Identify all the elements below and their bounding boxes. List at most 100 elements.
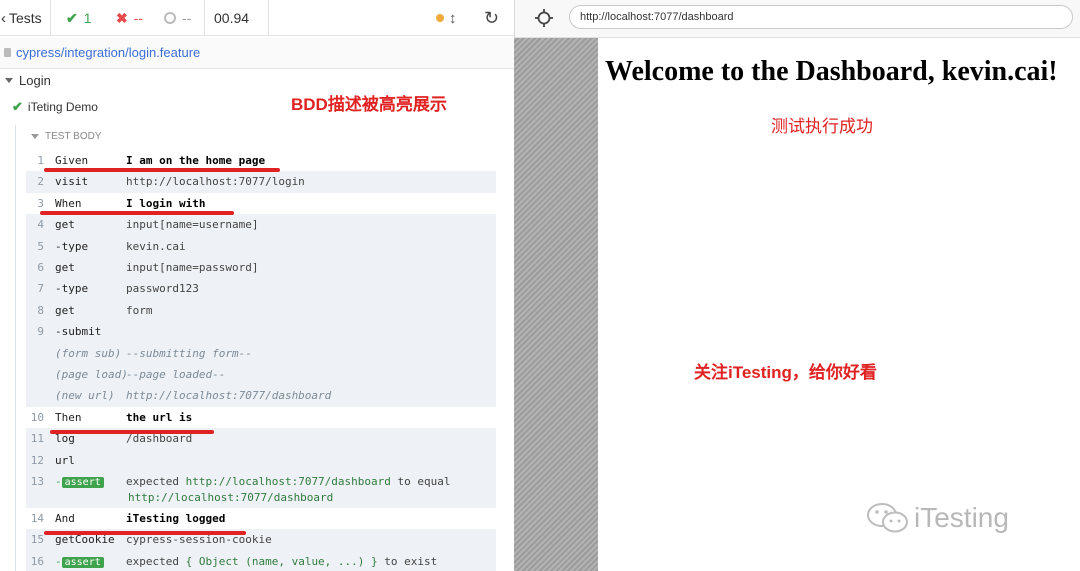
command-name: Given bbox=[55, 154, 89, 167]
command-name: -type bbox=[55, 282, 89, 296]
command-message: --page loaded-- bbox=[126, 368, 226, 381]
command-row[interactable]: 7 -type password123 bbox=[26, 278, 496, 299]
assert-badge: assert bbox=[61, 477, 104, 488]
assert-value-2: http://localhost:7077/dashboard bbox=[128, 491, 334, 504]
command-message: input[name=password] bbox=[126, 261, 259, 274]
duration: 00.94 bbox=[214, 10, 250, 26]
command-number: 12 bbox=[30, 453, 44, 467]
assert-message: expected { Object (name, value, ...) } t… bbox=[126, 555, 437, 568]
file-icon bbox=[4, 48, 11, 57]
command-number: 8 bbox=[37, 303, 44, 317]
event-row[interactable]: (form sub) --submitting form-- bbox=[26, 343, 496, 364]
command-message: I login with bbox=[126, 196, 206, 210]
assert-badge: assert bbox=[61, 556, 104, 568]
command-number: 2 bbox=[37, 175, 44, 189]
event-row[interactable]: (new url) http://localhost:7077/dashboard bbox=[26, 385, 496, 406]
command-row[interactable]: 4 get input[name=username] bbox=[26, 214, 496, 235]
event-row[interactable]: (page load) --page loaded-- bbox=[26, 364, 496, 385]
test-body-header[interactable]: TEST BODY bbox=[31, 131, 102, 142]
bdd-step-row[interactable]: 10 Then the url is bbox=[26, 406, 496, 428]
command-message: --submitting form-- bbox=[126, 346, 252, 360]
command-row[interactable]: 8 get form bbox=[26, 300, 496, 321]
page-title: Welcome to the Dashboard, kevin.cai! bbox=[605, 56, 1058, 87]
command-row[interactable]: 9 -submit bbox=[26, 321, 496, 342]
assert-row[interactable]: 16 - assert expected { Object (name, value… bbox=[26, 551, 496, 571]
assert-value: http://localhost:7077/dashboard bbox=[185, 475, 391, 488]
viewport-margin bbox=[514, 38, 598, 571]
annotation-underline bbox=[40, 211, 234, 215]
back-label: Tests bbox=[9, 10, 42, 26]
status-dot-icon bbox=[436, 14, 444, 22]
assert-pre: expected bbox=[126, 475, 186, 488]
command-name: log bbox=[55, 432, 75, 446]
command-number: 1 bbox=[37, 154, 44, 167]
command-message: http://localhost:7077/dashboard bbox=[126, 389, 332, 403]
command-name: -type bbox=[55, 239, 89, 253]
command-number: 10 bbox=[30, 410, 44, 424]
passed-count: ✔ 1 bbox=[66, 9, 92, 27]
bdd-step-row[interactable]: 14 And iTesting logged bbox=[26, 508, 496, 529]
selector-playground-button[interactable] bbox=[534, 8, 554, 28]
rerun-button[interactable]: ↻ bbox=[484, 0, 499, 36]
browser-toolbar: http://localhost:7077/dashboard bbox=[514, 0, 1080, 38]
assert-row[interactable]: 13 - assert expected http://localhost:7077… bbox=[26, 471, 496, 507]
refresh-icon: ↻ bbox=[484, 7, 500, 28]
command-message: http://localhost:7077/login bbox=[126, 175, 305, 189]
wechat-icon bbox=[867, 503, 908, 533]
command-number: 6 bbox=[37, 261, 44, 274]
command-number: 13 bbox=[30, 475, 44, 488]
command-name: - assert bbox=[55, 555, 104, 568]
annotation-underline bbox=[50, 430, 214, 434]
test-row[interactable]: ✔ iTeting Demo bbox=[12, 99, 98, 115]
reporter-panel: ‹ Tests ✔ 1 ✖ -- -- 00.94 ↕ ↻ cypress/in… bbox=[0, 0, 514, 571]
command-message: the url is bbox=[126, 410, 193, 424]
check-icon: ✔ bbox=[66, 9, 78, 26]
assert-value: { Object (name, value, ...) } bbox=[185, 554, 378, 568]
pending-count: -- bbox=[164, 0, 191, 36]
command-number: 7 bbox=[37, 282, 44, 296]
spec-path-link[interactable]: cypress/integration/login.feature bbox=[16, 45, 200, 60]
bdd-annotation: BDD描述被高亮展示 bbox=[291, 95, 447, 114]
command-message: form bbox=[126, 303, 153, 317]
url-bar[interactable]: http://localhost:7077/dashboard bbox=[569, 5, 1073, 29]
annotation-underline bbox=[44, 168, 280, 172]
annotation-underline bbox=[44, 531, 246, 535]
follow-annotation: 关注iTesting，给你好看 bbox=[694, 363, 877, 382]
command-row[interactable]: 2 visit http://localhost:7077/login bbox=[26, 171, 496, 192]
check-icon: ✔ bbox=[12, 99, 23, 114]
command-number: 9 bbox=[37, 325, 44, 339]
reporter-header: ‹ Tests ✔ 1 ✖ -- -- 00.94 ↕ ↻ bbox=[0, 0, 514, 36]
command-message: input[name=username] bbox=[126, 218, 259, 232]
assert-message: expected http://localhost:7077/dashboard… bbox=[126, 475, 451, 488]
command-row[interactable]: 12 url bbox=[26, 450, 496, 471]
command-name: -submit bbox=[55, 325, 102, 339]
command-message: iTesting logged bbox=[126, 512, 226, 525]
command-name: visit bbox=[55, 175, 89, 189]
command-number: 16 bbox=[30, 554, 44, 568]
failed-count: ✖ -- bbox=[116, 9, 144, 27]
command-message: kevin.cai bbox=[126, 239, 186, 253]
command-name: get bbox=[55, 261, 75, 274]
command-number: 5 bbox=[37, 239, 44, 253]
command-message: /dashboard bbox=[126, 432, 193, 446]
watermark: iTesting bbox=[866, 501, 1009, 535]
assert-mid: to equal bbox=[390, 475, 451, 488]
command-number: 11 bbox=[30, 432, 44, 446]
assert-pre: expected bbox=[126, 554, 186, 568]
command-name: (page load) bbox=[55, 368, 128, 381]
command-name: (new url) bbox=[55, 389, 115, 403]
command-row[interactable]: 6 get input[name=password] bbox=[26, 257, 496, 278]
command-name: get bbox=[55, 303, 75, 317]
crosshair-icon bbox=[535, 9, 553, 27]
command-name: When bbox=[55, 196, 82, 210]
scroll-arrows-icon: ↕ bbox=[449, 9, 457, 27]
back-to-tests-button[interactable]: ‹ Tests bbox=[0, 0, 46, 36]
auto-scroll-toggle[interactable]: ↕ bbox=[436, 0, 457, 36]
command-name: And bbox=[55, 512, 75, 525]
command-row[interactable]: 5 -type kevin.cai bbox=[26, 236, 496, 257]
command-message: password123 bbox=[126, 282, 199, 296]
caret-down-icon bbox=[31, 134, 39, 139]
suite-row[interactable]: Login bbox=[5, 73, 51, 88]
command-number: 15 bbox=[30, 533, 44, 547]
command-name: - assert bbox=[55, 475, 104, 488]
